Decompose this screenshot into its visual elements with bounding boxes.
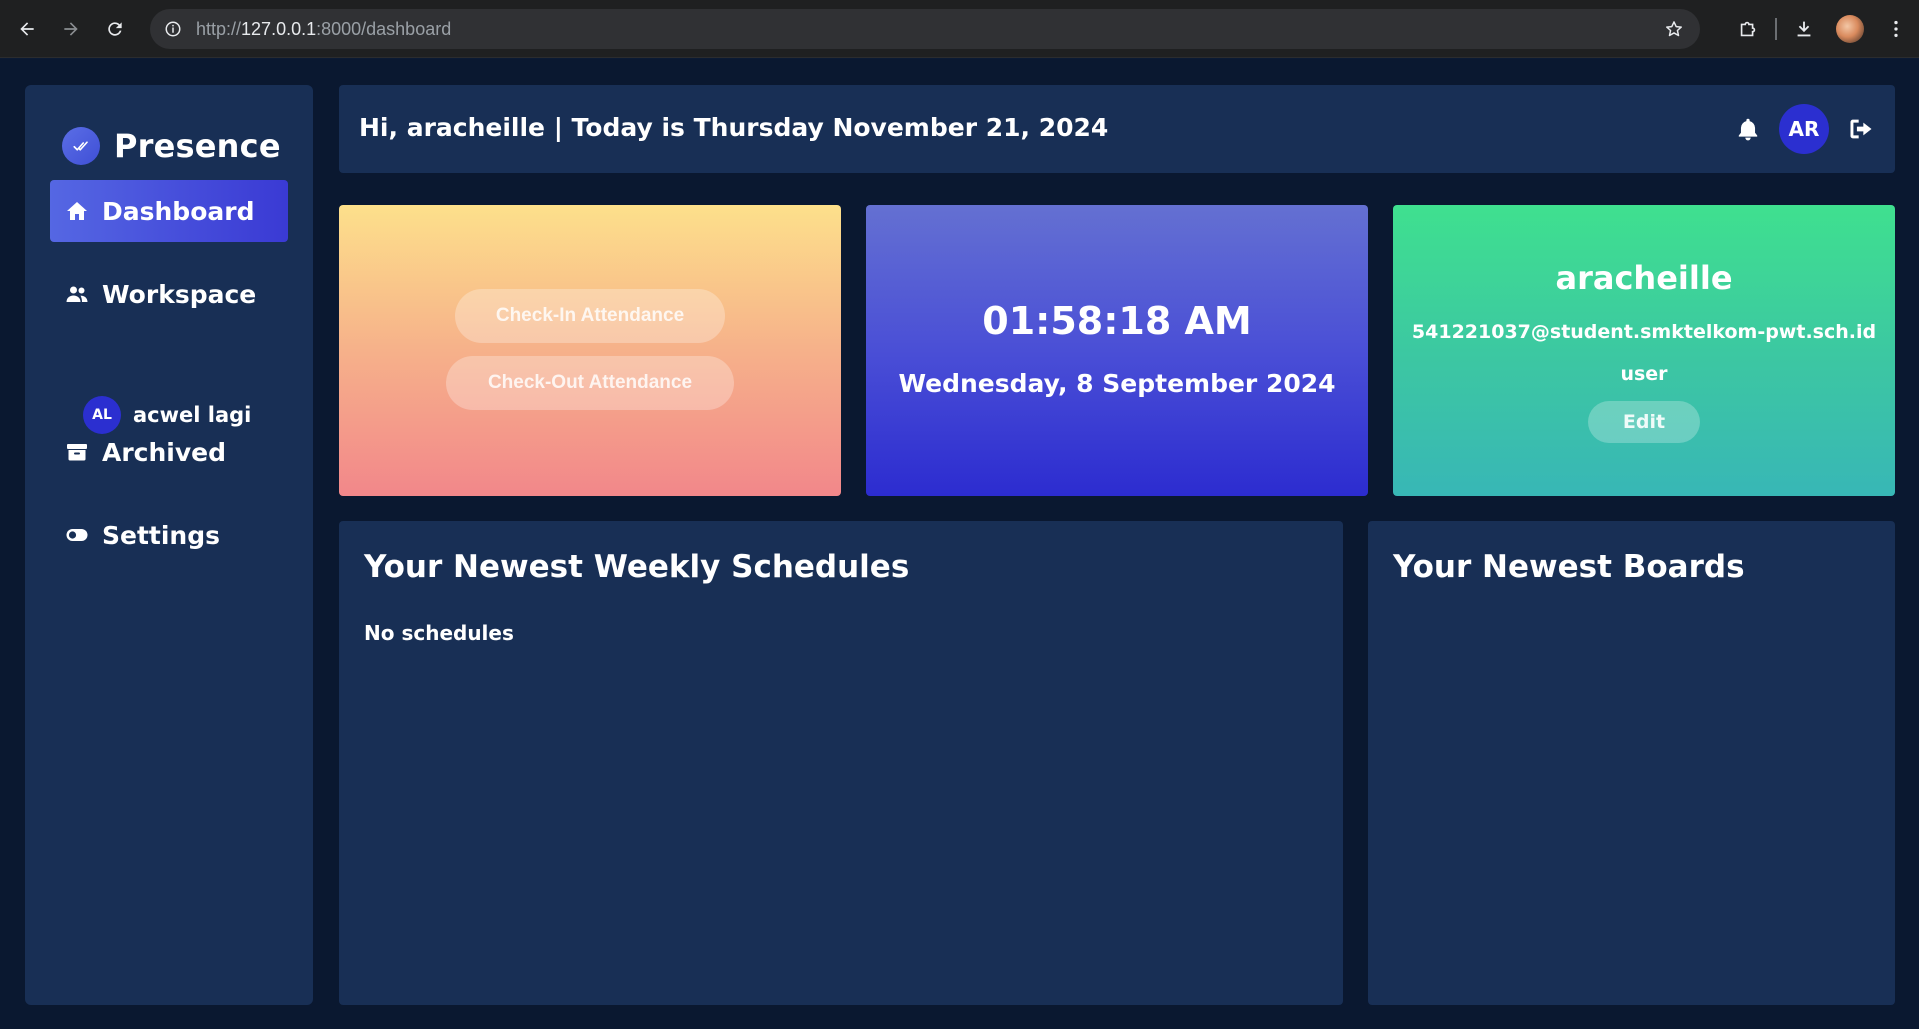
user-avatar[interactable]: AR	[1779, 104, 1829, 154]
sidebar-item-dashboard[interactable]: Dashboard	[50, 180, 288, 242]
profile-button[interactable]	[1827, 9, 1873, 49]
check-in-button[interactable]: Check-In Attendance	[455, 289, 725, 343]
browser-menu-button[interactable]	[1873, 9, 1919, 49]
clock-card: 01:58:18 AM Wednesday, 8 September 2024	[866, 205, 1368, 496]
back-button[interactable]	[10, 12, 44, 46]
forward-button[interactable]	[54, 12, 88, 46]
profile-role: user	[1620, 363, 1668, 385]
greeting-text: Hi, aracheille | Today is Thursday Novem…	[359, 113, 1109, 142]
reload-button[interactable]	[98, 12, 132, 46]
sidebar-item-settings[interactable]: Settings	[50, 504, 288, 566]
schedules-empty-text: No schedules	[364, 621, 514, 645]
sidebar-item-label: Dashboard	[102, 196, 255, 226]
downloads-button[interactable]	[1781, 9, 1827, 49]
bookmark-star-icon[interactable]	[1664, 19, 1684, 39]
sidebar-item-label: Archived	[102, 437, 227, 467]
sidebar-item-label: Settings	[102, 520, 221, 550]
check-logo-icon	[62, 127, 100, 165]
bell-icon[interactable]	[1735, 116, 1761, 142]
url-text[interactable]: http://127.0.0.1:8000/dashboard	[196, 19, 451, 40]
attendance-card: Check-In Attendance Check-Out Attendance	[339, 205, 841, 496]
home-icon	[64, 198, 90, 224]
boards-panel: Your Newest Boards	[1368, 521, 1895, 1005]
profile-avatar	[1836, 15, 1864, 43]
url-path: :8000/dashboard	[316, 18, 452, 39]
arrow-left-icon	[20, 21, 34, 36]
puzzle-icon	[1740, 21, 1756, 37]
sidebar: Presence Dashboard Workspace AL acwel la…	[25, 85, 313, 1005]
sidebar-item-workspace[interactable]: Workspace	[50, 263, 288, 325]
url-host: 127.0.0.1	[241, 18, 317, 39]
arrow-right-icon	[64, 21, 78, 36]
profile-card: aracheille 541221037@student.smktelkom-p…	[1393, 205, 1895, 496]
header-actions: AR	[1735, 103, 1875, 155]
archive-box-icon	[64, 439, 90, 465]
sidebar-item-label: Workspace	[102, 279, 257, 309]
browser-toolbar: http://127.0.0.1:8000/dashboard	[0, 0, 1919, 58]
users-icon	[64, 281, 90, 307]
download-icon	[1797, 21, 1811, 37]
dashboard-page: Presence Dashboard Workspace AL acwel la…	[0, 59, 1919, 1029]
profile-username: aracheille	[1555, 259, 1733, 297]
weekly-schedules-panel: Your Newest Weekly Schedules No schedule…	[339, 521, 1343, 1005]
logout-icon[interactable]	[1847, 115, 1875, 143]
boards-title: Your Newest Boards	[1393, 549, 1745, 585]
current-date: Wednesday, 8 September 2024	[898, 369, 1336, 398]
reload-icon	[108, 21, 122, 36]
current-time: 01:58:18 AM	[982, 299, 1252, 343]
edit-profile-button[interactable]: Edit	[1588, 401, 1700, 443]
check-out-button[interactable]: Check-Out Attendance	[446, 356, 734, 410]
top-header: Hi, aracheille | Today is Thursday Novem…	[339, 85, 1895, 173]
brand-name: Presence	[114, 127, 281, 165]
site-info-icon[interactable]	[164, 20, 182, 38]
profile-email: 541221037@student.smktelkom-pwt.sch.id	[1411, 321, 1877, 343]
extensions-button[interactable]	[1725, 9, 1771, 49]
address-bar[interactable]: http://127.0.0.1:8000/dashboard	[150, 9, 1700, 49]
sidebar-item-archived[interactable]: Archived	[50, 421, 288, 483]
schedules-title: Your Newest Weekly Schedules	[364, 549, 910, 585]
brand[interactable]: Presence	[62, 127, 281, 165]
url-prefix: http://	[196, 18, 242, 39]
toggle-icon	[64, 522, 90, 548]
more-vertical-icon	[1894, 20, 1898, 38]
toolbar-divider	[1775, 18, 1777, 40]
browser-actions	[1725, 9, 1919, 49]
